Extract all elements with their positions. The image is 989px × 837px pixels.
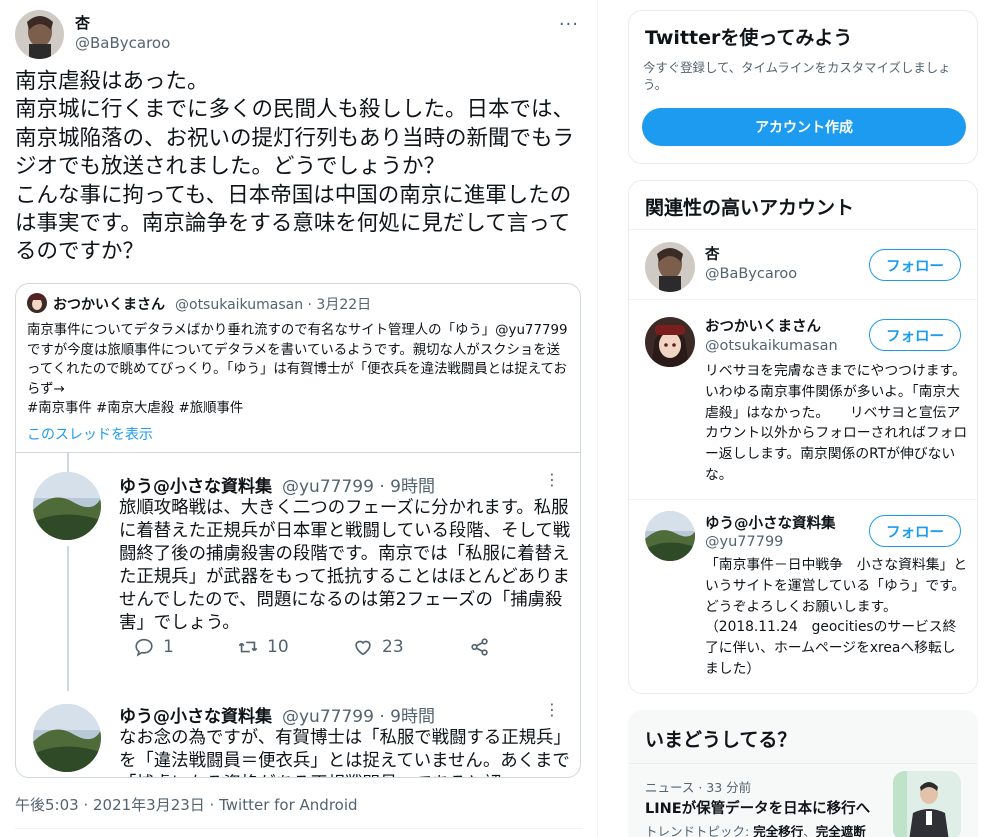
quote-author-name: おつかいくまさん (53, 297, 165, 313)
avatar[interactable] (645, 511, 695, 561)
thread-tweet[interactable]: ゆう@小さな資料集 @yu77799 · 9時間 ⋮ 旅順攻略戦は、大きく二つの… (16, 470, 580, 672)
retweet-count: 10 (267, 637, 289, 657)
quote-meta: @otsukaikumasan · 3月22日 (175, 297, 372, 313)
quoted-tweet[interactable]: おつかいくまさん @otsukaikumasan · 3月22日 南京事件につい… (15, 283, 581, 778)
reply-button[interactable]: 1 (133, 636, 174, 658)
author-name[interactable]: 杏 (75, 12, 90, 33)
trend-topics-label: トレンドトピック: (645, 824, 750, 837)
follow-button[interactable]: フォロー (869, 249, 961, 281)
trend-meta: ニュース · 33 分前 (645, 780, 752, 795)
trend-topics: トレンドトピック: 完全移行、完全遮断 (645, 824, 866, 837)
avatar[interactable] (645, 242, 695, 292)
tweet-timestamp[interactable]: 午後5:03 · 2021年3月23日 · Twitter for Androi… (15, 794, 358, 815)
account-item[interactable]: ゆう@小さな資料集 @yu77799 フォロー 「南京事件－日中戦争 小さな資料… (629, 499, 977, 693)
like-count: 23 (382, 637, 404, 657)
like-button[interactable]: 23 (352, 636, 404, 658)
trend-image[interactable] (893, 771, 961, 837)
thread-meta: @yu77799 · 9時間 (282, 477, 435, 497)
more-icon[interactable]: ⋮ (544, 470, 560, 489)
account-handle[interactable]: @otsukaikumasan (705, 338, 838, 354)
account-item[interactable]: おつかいくまさん @otsukaikumasan フォロー リベサヨを完膚なきま… (629, 299, 977, 499)
divider (15, 828, 583, 829)
avatar[interactable] (33, 472, 101, 540)
signup-card: Twitterを使ってみよう 今すぐ登録して、タイムラインをカスタマイズしましょ… (628, 10, 978, 164)
follow-button[interactable]: フォロー (869, 319, 961, 351)
more-icon[interactable]: ⋮ (544, 700, 560, 719)
follow-button[interactable]: フォロー (869, 515, 961, 547)
avatar[interactable] (15, 10, 64, 59)
divider (629, 763, 977, 764)
account-bio: リベサヨを完膚なきまでにやつつけます。いわゆる南京事件関係が多いよ。「南京大虐殺… (705, 363, 968, 483)
signup-description: 今すぐ登録して、タイムラインをカスタマイズしましょう。 (643, 60, 951, 92)
main-column: 杏 @BaBycaroo ··· 南京虐殺はあった。 南京城に行くまでに多くの民… (0, 0, 598, 837)
share-button[interactable] (469, 636, 491, 658)
reply-count: 1 (163, 637, 174, 657)
author-handle[interactable]: @BaBycaroo (75, 34, 170, 52)
show-thread-link[interactable]: このスレッドを表示 (27, 424, 153, 444)
like-icon (355, 640, 371, 656)
avatar (27, 293, 47, 313)
tweet-author-row: 杏 @BaBycaroo ··· (15, 10, 585, 60)
account-name[interactable]: ゆう@小さな資料集 (705, 512, 836, 533)
retweet-icon (238, 641, 258, 653)
quote-header: おつかいくまさん @otsukaikumasan · 3月22日 (27, 293, 567, 313)
account-name[interactable]: おつかいくまさん (705, 315, 821, 336)
account-bio: 「南京事件－日中戦争 小さな資料集」というサイトを運営している「ゆう」です。どう… (705, 557, 968, 677)
trend-topic-link[interactable]: 完全移行 (753, 824, 803, 837)
thread-text: なお念の為ですが、有賀博士は「私服で戦闘する正規兵」を「違法戦闘員＝便衣兵」とは… (119, 728, 571, 777)
share-icon (471, 638, 488, 656)
signup-title: Twitterを使ってみよう (645, 27, 853, 49)
tweet-text: 南京虐殺はあった。 南京城に行くまでに多くの民間人も殺しした。日本では、南京城陥… (15, 69, 575, 265)
avatar[interactable] (33, 704, 101, 772)
relevant-accounts-card: 関連性の高いアカウント 杏 @BaBycaroo フォロー おつかいくまさん @… (628, 180, 978, 694)
thread-author-name[interactable]: ゆう@小さな資料集 (119, 702, 272, 727)
trends-title: いまどうしてる？ (645, 729, 797, 751)
trends-card: いまどうしてる？ ニュース · 33 分前 LINEが保管データを日本に移行へ … (628, 710, 978, 837)
more-icon[interactable]: ··· (559, 14, 579, 35)
thread-tweet[interactable]: ゆう@小さな資料集 @yu77799 · 9時間 ⋮ なお念の為ですが、有賀博士… (16, 700, 580, 777)
relevant-accounts-title: 関連性の高いアカウント (645, 197, 855, 219)
reply-icon (135, 638, 153, 657)
account-name[interactable]: 杏 (705, 243, 720, 264)
thread-connector (67, 546, 69, 691)
quote-text: 南京事件についてデタラメばかり垂れ流すので有名なサイト管理人の「ゆう」@yu77… (27, 323, 568, 417)
thread-meta: @yu77799 · 9時間 (282, 707, 435, 727)
account-handle[interactable]: @BaBycaroo (705, 266, 797, 282)
thread-author-name[interactable]: ゆう@小さな資料集 (119, 472, 272, 497)
account-item[interactable]: 杏 @BaBycaroo フォロー (629, 229, 977, 299)
retweet-button[interactable]: 10 (237, 636, 289, 658)
account-handle[interactable]: @yu77799 (705, 534, 783, 550)
thread-text: 旅順攻略戦は、大きく二つのフェーズに分かれます。私服に着替えた正規兵が日本軍と戦… (119, 498, 571, 633)
divider (16, 452, 580, 453)
thread-connector (67, 452, 69, 472)
create-account-button[interactable]: アカウント作成 (642, 108, 966, 146)
avatar[interactable] (645, 317, 695, 367)
tweet-actions: 1 10 23 (119, 636, 519, 664)
trend-headline[interactable]: LINEが保管データを日本に移行へ (645, 797, 870, 818)
trend-topic-link[interactable]: 完全遮断 (816, 824, 866, 837)
